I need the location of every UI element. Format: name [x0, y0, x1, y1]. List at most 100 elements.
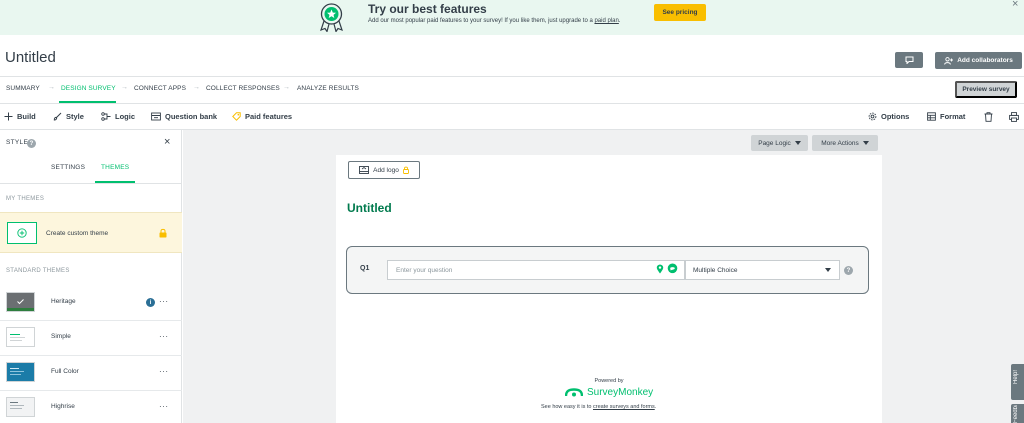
comments-button[interactable] — [895, 52, 923, 68]
step-arrow-icon: → — [193, 84, 200, 91]
theme-thumbnail-highrise — [6, 397, 35, 417]
format-button[interactable]: Format — [927, 112, 965, 121]
standard-themes-heading: STANDARD THEMES — [6, 268, 70, 274]
paid-plan-link[interactable]: paid plan — [594, 18, 618, 24]
tagline-text: See how easy it is to — [541, 404, 592, 410]
divider — [0, 183, 182, 184]
question-text-input[interactable] — [387, 260, 685, 280]
add-logo-button[interactable]: Add logo — [348, 161, 420, 179]
theme-name: Highrise — [51, 403, 75, 410]
help-icon[interactable]: ? — [27, 139, 36, 148]
surveymonkey-tagline: See how easy it is to create surveys and… — [541, 404, 656, 410]
build-button[interactable]: Build — [4, 112, 36, 121]
surveymonkey-logo[interactable]: SurveyMonkey — [565, 387, 653, 398]
info-icon[interactable]: i — [146, 298, 155, 307]
help-icon[interactable]: ? — [844, 266, 853, 275]
style-panel-title: STYLE — [6, 139, 29, 146]
step-design-survey[interactable]: DESIGN SURVEY — [61, 85, 116, 92]
build-label: Build — [17, 112, 36, 121]
add-collaborators-button[interactable]: Add collaborators — [935, 52, 1022, 69]
question-bank-icon — [151, 112, 161, 121]
question-type-value: Multiple Choice — [693, 266, 738, 274]
create-custom-theme-label: Create custom theme — [46, 230, 109, 237]
promo-title: Try our best features — [368, 2, 487, 16]
caret-down-icon — [862, 141, 869, 145]
plus-icon — [4, 112, 13, 121]
step-arrow-icon: → — [121, 84, 128, 91]
options-button[interactable]: Options — [868, 112, 909, 121]
format-label: Format — [940, 112, 966, 121]
close-promo-icon[interactable]: × — [1012, 0, 1018, 10]
my-themes-heading: MY THEMES — [6, 196, 45, 202]
step-analyze-results[interactable]: ANALYZE RESULTS — [297, 85, 359, 92]
caret-down-icon — [825, 268, 831, 272]
question-number: Q1 — [360, 265, 370, 272]
question-type-select[interactable]: Multiple Choice — [685, 260, 840, 280]
promo-subtitle-text: Add our most popular paid features to yo… — [368, 18, 593, 24]
paid-features-label: Paid features — [245, 112, 293, 121]
divider — [0, 103, 1024, 104]
step-connect-apps[interactable]: CONNECT APPS — [134, 85, 186, 92]
theme-name: Full Color — [51, 368, 79, 375]
award-badge-icon — [320, 3, 343, 32]
logic-label: Logic — [115, 112, 135, 121]
more-actions-button[interactable]: More Actions — [812, 135, 878, 151]
image-icon — [359, 166, 370, 174]
see-pricing-button[interactable]: See pricing — [654, 4, 706, 21]
add-theme-icon[interactable] — [7, 222, 37, 244]
powered-by-label: Powered by — [594, 378, 624, 384]
add-logo-label: Add logo — [373, 166, 399, 174]
promo-subtitle: Add our most popular paid features to yo… — [368, 18, 621, 24]
page-logic-button[interactable]: Page Logic — [751, 135, 808, 151]
tab-settings[interactable]: SETTINGS — [51, 164, 85, 171]
more-actions-label: More Actions — [821, 139, 859, 147]
logic-branch-icon — [101, 112, 111, 121]
help-side-tab-label: Help! — [1013, 370, 1019, 385]
options-label: Options — [881, 112, 910, 121]
theme-thumbnail-full-color — [6, 362, 35, 382]
theme-thumbnail-simple — [6, 327, 35, 347]
question-bank-button[interactable]: Question bank — [151, 112, 217, 121]
preview-survey-button[interactable]: Preview survey — [955, 81, 1017, 98]
tag-icon — [232, 112, 241, 121]
step-arrow-icon: → — [48, 84, 55, 91]
style-label: Style — [66, 112, 84, 121]
step-collect-responses[interactable]: COLLECT RESPONSES — [206, 85, 280, 92]
divider — [0, 76, 1024, 77]
tab-themes[interactable]: THEMES — [101, 164, 129, 171]
feedback-side-tab-label: Feedback — [1013, 405, 1019, 423]
close-icon[interactable]: × — [164, 136, 170, 148]
survey-name[interactable]: Untitled — [5, 49, 56, 66]
more-options-icon[interactable]: ··· — [159, 297, 169, 306]
map-pin-icon[interactable] — [656, 264, 664, 274]
survey-title[interactable]: Untitled — [347, 201, 392, 215]
paintbrush-icon — [53, 112, 62, 121]
chat-bubble-icon[interactable] — [667, 263, 678, 274]
style-button[interactable]: Style — [53, 112, 84, 121]
question-bank-label: Question bank — [165, 112, 218, 121]
add-collaborators-label: Add collaborators — [957, 57, 1013, 64]
plus-circle-icon — [17, 228, 27, 238]
theme-thumbnail-heritage — [6, 292, 35, 312]
more-options-icon[interactable]: ··· — [159, 402, 169, 411]
print-icon[interactable] — [1009, 112, 1019, 122]
more-options-icon[interactable]: ··· — [159, 332, 169, 341]
theme-name: Simple — [51, 333, 71, 340]
promo-subtitle-end: . — [618, 18, 621, 24]
create-surveys-link[interactable]: create surveys and forms — [593, 404, 655, 410]
gear-icon — [868, 112, 877, 121]
step-arrow-icon: → — [283, 84, 290, 91]
theme-name: Heritage — [51, 298, 76, 305]
paid-features-button[interactable]: Paid features — [232, 112, 292, 121]
trash-icon[interactable] — [984, 112, 993, 122]
caret-down-icon — [794, 141, 801, 145]
lock-icon — [402, 166, 409, 174]
logic-button[interactable]: Logic — [101, 112, 135, 121]
step-summary[interactable]: SUMMARY — [6, 85, 40, 92]
surveymonkey-logo-icon — [565, 387, 583, 396]
lock-icon — [159, 228, 167, 238]
surveymonkey-wordmark: SurveyMonkey — [587, 387, 654, 398]
comment-icon — [905, 56, 913, 64]
tagline-end: . — [654, 404, 657, 410]
more-options-icon[interactable]: ··· — [159, 367, 169, 376]
